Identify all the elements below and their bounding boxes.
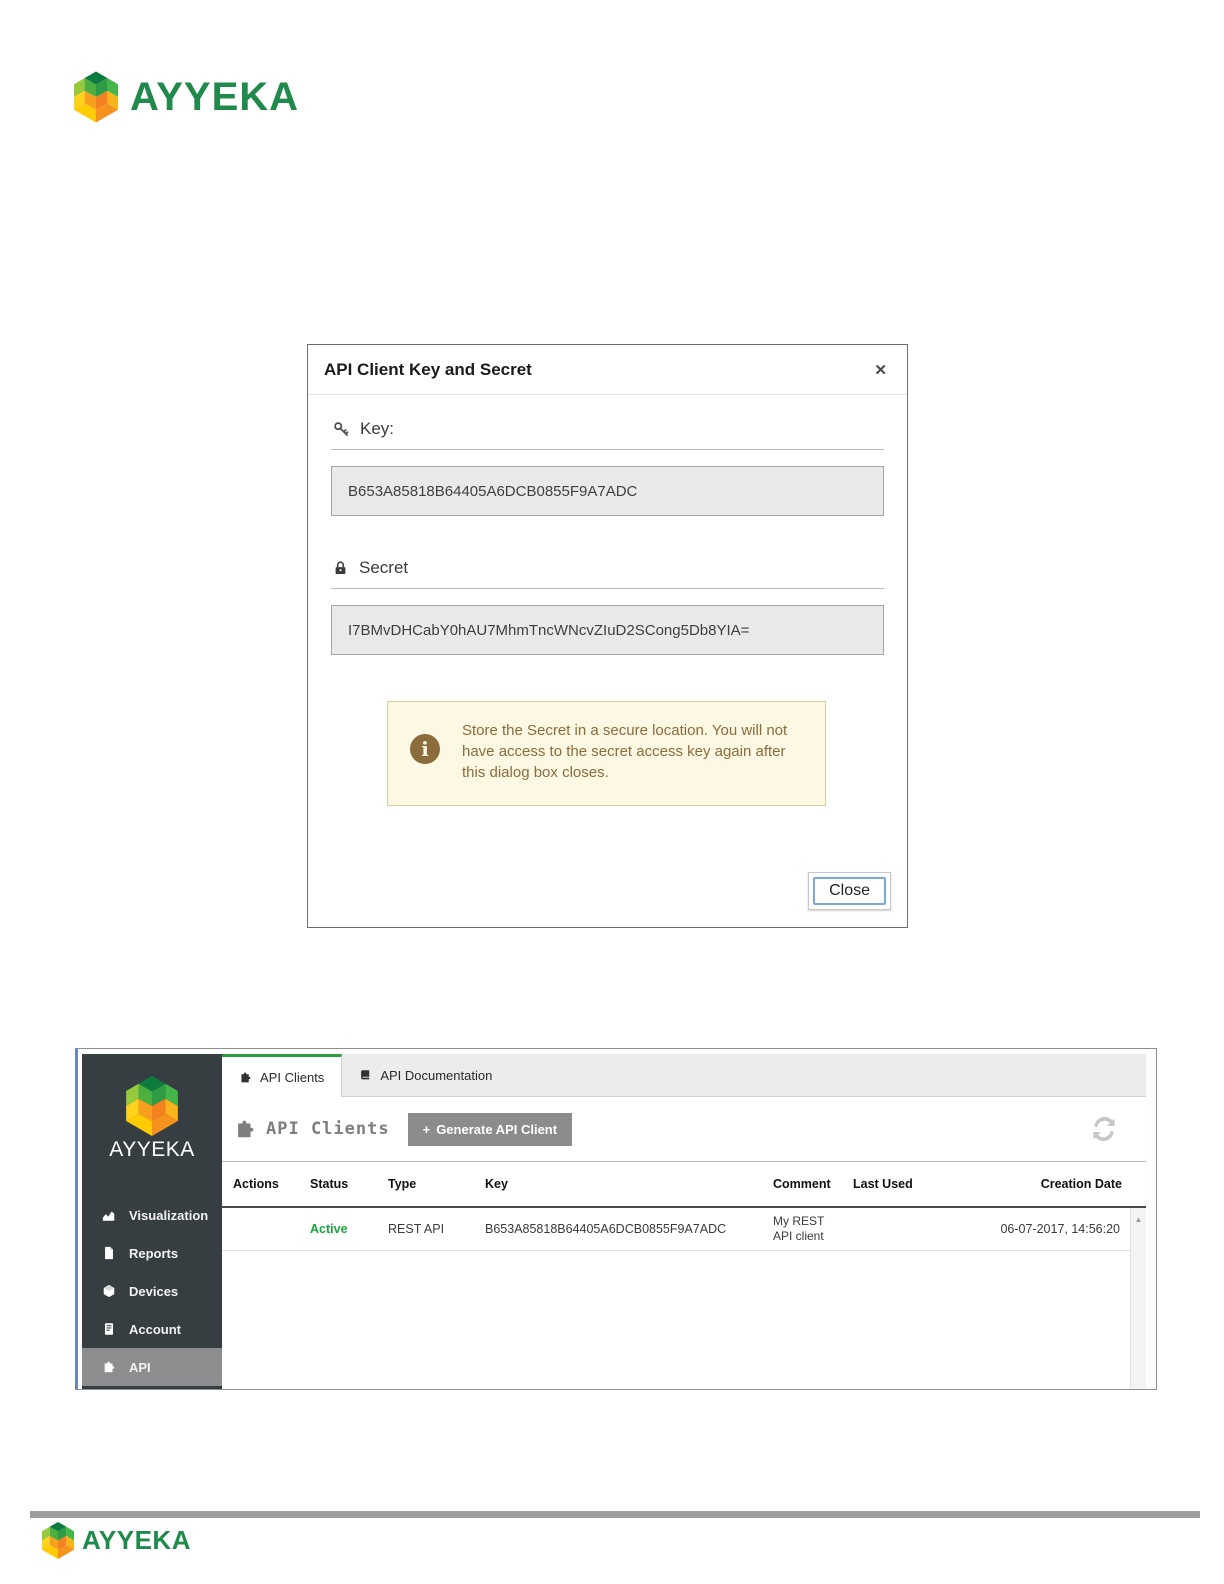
secret-value-field[interactable]: I7BMvDHCabY0hAU7MhmTncWNcvZIuD2SCong5Db8… <box>331 605 884 655</box>
ayyeka-hexagon-icon <box>74 71 118 123</box>
close-icon[interactable]: ✕ <box>874 361 887 379</box>
status-badge: Active <box>310 1222 348 1236</box>
sidebar-logo-text: AYYEKA <box>109 1138 195 1161</box>
sidebar-item-visualization[interactable]: Visualization <box>82 1196 222 1234</box>
toolbar: API Clients + Generate API Client <box>222 1097 1146 1162</box>
info-icon: i <box>410 734 440 764</box>
refresh-button[interactable] <box>1078 1117 1130 1141</box>
section-heading: API Clients <box>234 1118 390 1140</box>
sidebar-item-label: Devices <box>129 1283 179 1299</box>
cell-creation-date: 06-07-2017, 14:56:20 <box>1000 1222 1120 1236</box>
tab-bar: API Clients API Documentation <box>222 1054 1146 1097</box>
cell-last-used <box>842 1225 979 1233</box>
ayyeka-header-logo: AYYEKA <box>74 66 299 128</box>
api-key-secret-dialog: API Client Key and Secret ✕ Key: B653A85… <box>307 344 908 928</box>
table-header: Actions Status Type Key Comment Last Use… <box>222 1162 1146 1208</box>
table-row[interactable]: Active REST API B653A85818B64405A6DCB085… <box>222 1208 1130 1251</box>
lock-icon <box>335 561 346 574</box>
key-icon <box>334 422 349 436</box>
sidebar-item-label: Visualization <box>129 1207 209 1223</box>
col-key: Key <box>485 1177 508 1191</box>
sidebar-item-account[interactable]: Account <box>82 1310 222 1348</box>
ayyeka-logo-text: AYYEKA <box>82 1525 191 1555</box>
secret-label-row: Secret <box>331 552 884 589</box>
col-comment: Comment <box>773 1177 831 1191</box>
generate-api-client-button[interactable]: + Generate API Client <box>407 1112 573 1146</box>
key-label-row: Key: <box>331 413 884 450</box>
ayyeka-footer-logo: AYYEKA <box>42 1518 191 1563</box>
cell-type: REST API <box>388 1222 445 1236</box>
close-button[interactable]: Close <box>808 872 891 910</box>
plus-icon: + <box>422 1121 431 1137</box>
col-type: Type <box>388 1177 417 1191</box>
sidebar-item-api[interactable]: API <box>82 1348 222 1386</box>
chart-icon <box>102 1211 115 1221</box>
refresh-icon <box>1093 1117 1115 1141</box>
scroll-up-icon: ▲ <box>1134 1215 1143 1224</box>
ayyeka-hexagon-icon <box>42 1521 74 1560</box>
table-scrollbar[interactable]: ▲ <box>1130 1208 1146 1389</box>
cube-icon <box>103 1284 115 1298</box>
section-heading-label: API Clients <box>266 1119 390 1139</box>
dialog-header: API Client Key and Secret ✕ <box>308 345 907 395</box>
secret-warning-box: i Store the Secret in a secure location.… <box>387 701 826 806</box>
sidebar: AYYEKA Visualization Reports Devices Acc… <box>82 1054 222 1389</box>
tab-api-clients[interactable]: API Clients <box>222 1054 343 1097</box>
col-creation-date: Creation Date <box>1040 1177 1122 1191</box>
account-icon <box>104 1323 114 1335</box>
puzzle-icon <box>104 1361 115 1373</box>
book-icon <box>361 1069 370 1079</box>
footer-divider <box>30 1511 1200 1518</box>
cell-key: B653A85818B64405A6DCB0855F9A7ADC <box>485 1222 727 1236</box>
dialog-title: API Client Key and Secret <box>324 359 532 379</box>
sidebar-item-label: API <box>129 1359 151 1375</box>
main-content: API Clients API Documentation API Client… <box>222 1054 1146 1389</box>
sidebar-item-label: Reports <box>129 1245 179 1261</box>
sidebar-logo: AYYEKA <box>82 1054 222 1162</box>
cell-actions <box>222 1225 299 1233</box>
puzzle-icon <box>241 1072 251 1082</box>
warning-text: Store the Secret in a secure location. Y… <box>462 722 788 781</box>
sidebar-item-reports[interactable]: Reports <box>82 1234 222 1272</box>
tab-label: API Clients <box>260 1069 325 1085</box>
ayyeka-app-window: AYYEKA Visualization Reports Devices Acc… <box>75 1048 1157 1390</box>
puzzle-icon <box>238 1120 254 1138</box>
ayyeka-hexagon-icon <box>126 1076 178 1136</box>
sidebar-item-label: Account <box>129 1321 181 1337</box>
sidebar-nav: Visualization Reports Devices Account AP… <box>82 1196 222 1386</box>
tab-label: API Documentation <box>380 1067 493 1083</box>
table-body: Active REST API B653A85818B64405A6DCB085… <box>222 1208 1146 1389</box>
key-value-field[interactable]: B653A85818B64405A6DCB0855F9A7ADC <box>331 466 884 516</box>
key-label: Key: <box>360 419 395 438</box>
col-status: Status <box>310 1177 349 1191</box>
dialog-body: Key: B653A85818B64405A6DCB0855F9A7ADC Se… <box>308 395 907 806</box>
ayyeka-logo-text: AYYEKA <box>130 74 300 119</box>
sidebar-item-devices[interactable]: Devices <box>82 1272 222 1310</box>
cell-comment: My REST API client <box>773 1214 825 1243</box>
tab-api-documentation[interactable]: API Documentation <box>342 1054 509 1096</box>
report-icon <box>105 1246 113 1260</box>
close-button-label: Close <box>813 877 886 905</box>
generate-button-label: Generate API Client <box>436 1121 558 1137</box>
col-actions: Actions <box>233 1177 279 1191</box>
col-last-used: Last Used <box>853 1177 913 1191</box>
secret-label: Secret <box>359 558 409 577</box>
